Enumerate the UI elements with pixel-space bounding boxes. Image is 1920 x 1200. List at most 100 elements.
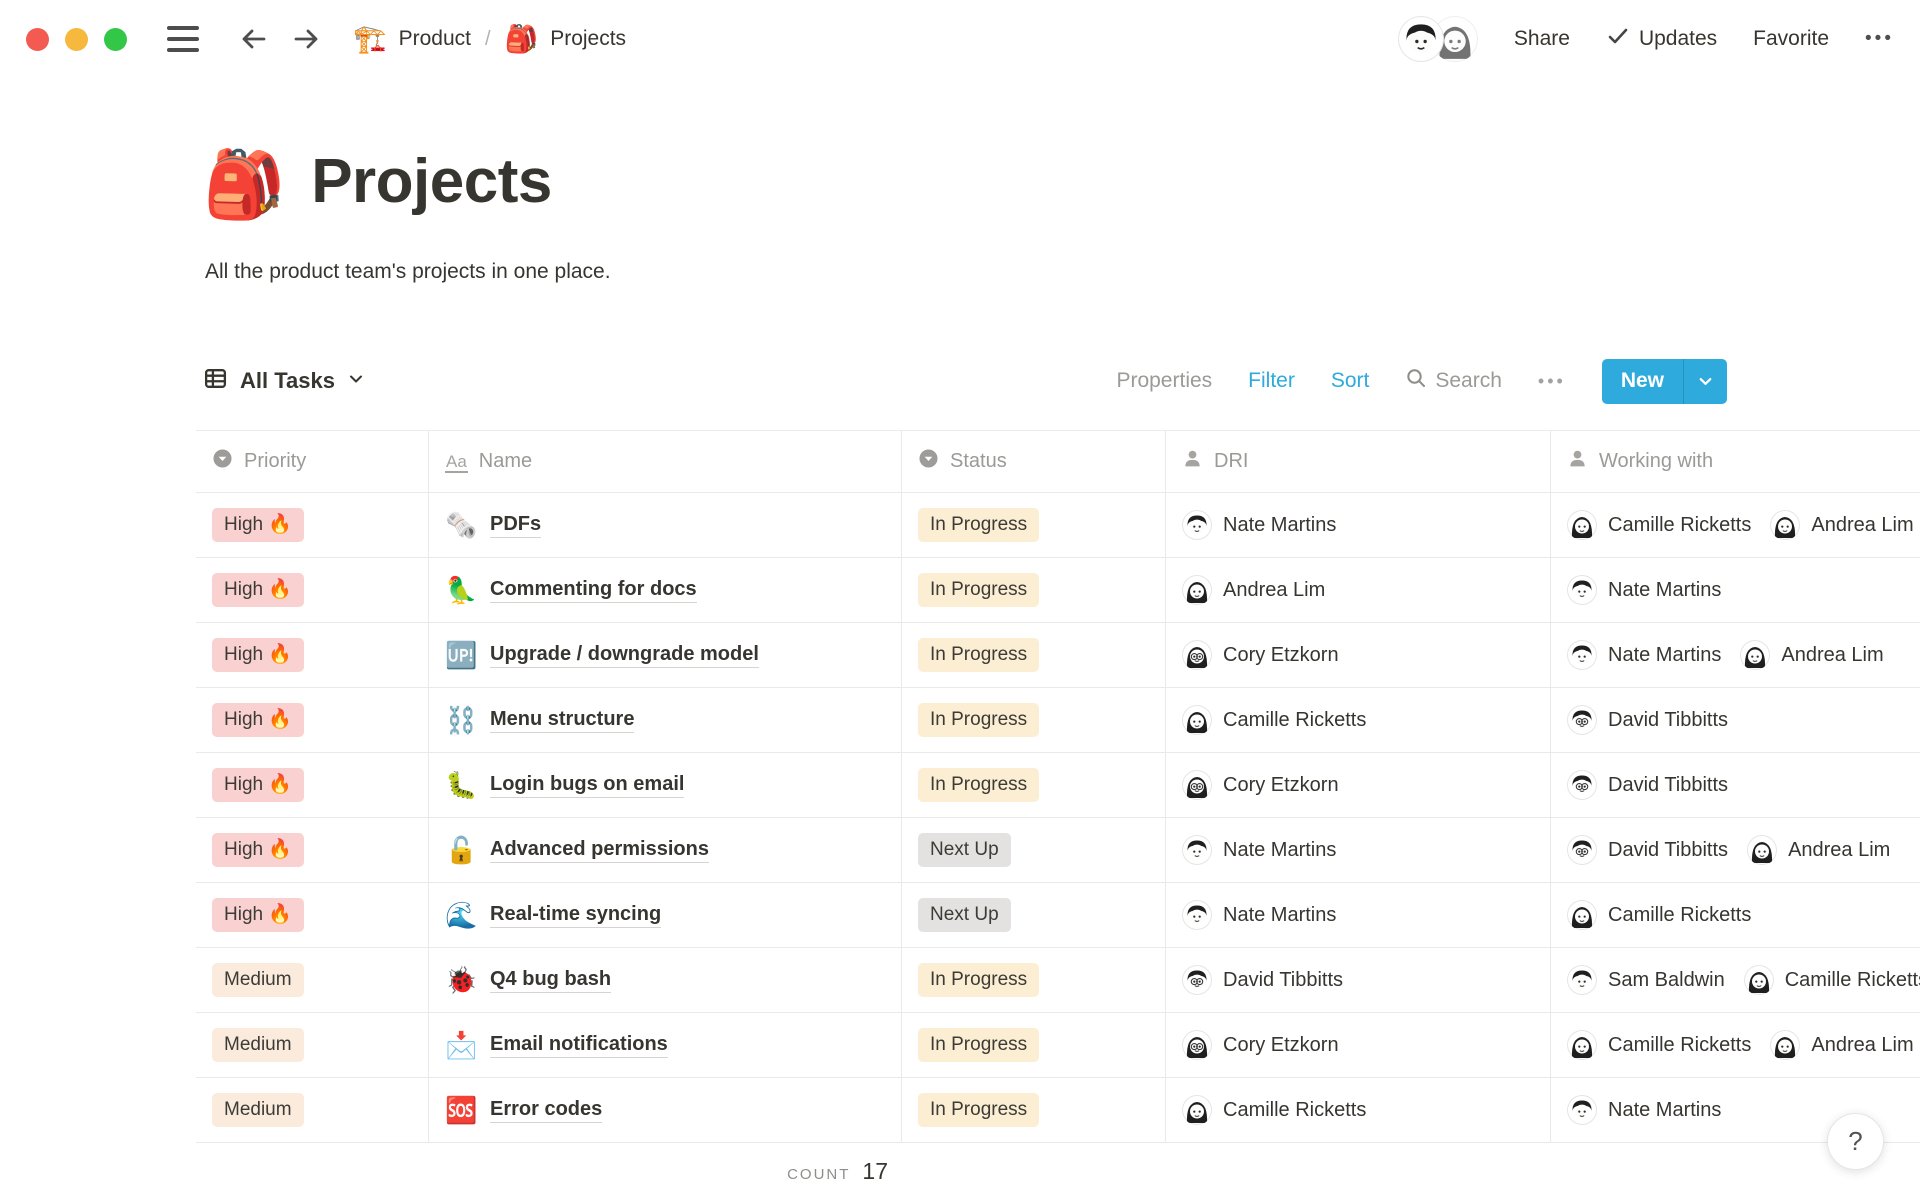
- person-chip[interactable]: Andrea Lim: [1770, 1030, 1913, 1060]
- name-cell[interactable]: 🦜Commenting for docs: [429, 558, 902, 623]
- working-with-cell[interactable]: David Tibbitts: [1551, 688, 1920, 753]
- status-cell[interactable]: In Progress: [902, 948, 1166, 1013]
- priority-cell[interactable]: High 🔥: [196, 623, 429, 688]
- dri-cell[interactable]: Cory Etzkorn: [1166, 623, 1551, 688]
- name-cell[interactable]: ⛓️Menu structure: [429, 688, 902, 753]
- person-chip[interactable]: Andrea Lim: [1740, 640, 1883, 670]
- breadcrumb-item-product[interactable]: 🏗️ Product: [353, 26, 471, 53]
- person-chip[interactable]: David Tibbitts: [1567, 835, 1728, 865]
- name-cell[interactable]: 🐛Login bugs on email: [429, 753, 902, 818]
- priority-cell[interactable]: Medium: [196, 948, 429, 1013]
- status-cell[interactable]: In Progress: [902, 753, 1166, 818]
- back-arrow-icon[interactable]: [237, 23, 269, 55]
- dri-cell[interactable]: Nate Martins: [1166, 818, 1551, 883]
- new-button[interactable]: New: [1602, 359, 1727, 404]
- dri-cell[interactable]: Nate Martins: [1166, 883, 1551, 948]
- task-page-link[interactable]: PDFs: [490, 513, 541, 538]
- priority-cell[interactable]: High 🔥: [196, 753, 429, 818]
- person-chip[interactable]: Nate Martins: [1567, 1095, 1721, 1125]
- properties-button[interactable]: Properties: [1116, 369, 1212, 393]
- person-chip[interactable]: Cory Etzkorn: [1182, 640, 1339, 670]
- person-chip[interactable]: Nate Martins: [1182, 510, 1336, 540]
- column-header-priority[interactable]: Priority: [196, 431, 429, 493]
- person-chip[interactable]: Nate Martins: [1567, 575, 1721, 605]
- task-page-link[interactable]: Menu structure: [490, 708, 634, 733]
- working-with-cell[interactable]: David Tibbitts Andrea Lim: [1551, 818, 1920, 883]
- status-cell[interactable]: In Progress: [902, 1013, 1166, 1078]
- column-header-name[interactable]: AaName: [429, 431, 902, 493]
- person-chip[interactable]: David Tibbitts: [1567, 770, 1728, 800]
- name-cell[interactable]: 🆘Error codes: [429, 1078, 902, 1143]
- dri-cell[interactable]: Andrea Lim: [1166, 558, 1551, 623]
- person-chip[interactable]: Nate Martins: [1182, 900, 1336, 930]
- person-chip[interactable]: David Tibbitts: [1182, 965, 1343, 995]
- dri-cell[interactable]: David Tibbitts: [1166, 948, 1551, 1013]
- filter-button[interactable]: Filter: [1248, 369, 1295, 393]
- sidebar-menu-icon[interactable]: [167, 26, 199, 52]
- status-cell[interactable]: In Progress: [902, 493, 1166, 558]
- person-chip[interactable]: Andrea Lim: [1747, 835, 1890, 865]
- name-cell[interactable]: 🌊Real-time syncing: [429, 883, 902, 948]
- name-cell[interactable]: 🆙Upgrade / downgrade model: [429, 623, 902, 688]
- person-chip[interactable]: Nate Martins: [1567, 640, 1721, 670]
- person-chip[interactable]: Camille Ricketts: [1182, 1095, 1366, 1125]
- task-page-link[interactable]: Upgrade / downgrade model: [490, 643, 759, 668]
- dri-cell[interactable]: Camille Ricketts: [1166, 688, 1551, 753]
- name-cell[interactable]: 📩Email notifications: [429, 1013, 902, 1078]
- task-page-link[interactable]: Commenting for docs: [490, 578, 697, 603]
- updates-button[interactable]: Updates: [1606, 24, 1717, 54]
- person-chip[interactable]: Camille Ricketts: [1567, 510, 1751, 540]
- close-window-button[interactable]: [26, 28, 49, 51]
- new-button-chevron-down-icon[interactable]: [1683, 359, 1727, 404]
- working-with-cell[interactable]: Nate Martins: [1551, 558, 1920, 623]
- dri-cell[interactable]: Nate Martins: [1166, 493, 1551, 558]
- name-cell[interactable]: 🐞Q4 bug bash: [429, 948, 902, 1013]
- person-chip[interactable]: Camille Ricketts: [1182, 705, 1366, 735]
- person-chip[interactable]: David Tibbitts: [1567, 705, 1728, 735]
- status-cell[interactable]: In Progress: [902, 688, 1166, 753]
- working-with-cell[interactable]: Camille Ricketts: [1551, 883, 1920, 948]
- person-chip[interactable]: Nate Martins: [1182, 835, 1336, 865]
- view-more-options-icon[interactable]: •••: [1538, 371, 1566, 392]
- new-button-label[interactable]: New: [1602, 359, 1683, 404]
- dri-cell[interactable]: Cory Etzkorn: [1166, 1013, 1551, 1078]
- name-cell[interactable]: 🔓Advanced permissions: [429, 818, 902, 883]
- zoom-window-button[interactable]: [104, 28, 127, 51]
- table-footer[interactable]: COUNT17: [196, 1143, 902, 1185]
- status-cell[interactable]: In Progress: [902, 558, 1166, 623]
- sort-button[interactable]: Sort: [1331, 369, 1370, 393]
- priority-cell[interactable]: High 🔥: [196, 883, 429, 948]
- breadcrumb-item-projects[interactable]: 🎒 Projects: [505, 26, 626, 53]
- status-cell[interactable]: In Progress: [902, 623, 1166, 688]
- working-with-cell[interactable]: Nate Martins Andrea Lim: [1551, 623, 1920, 688]
- task-page-link[interactable]: Q4 bug bash: [490, 968, 611, 993]
- person-chip[interactable]: Camille Ricketts: [1567, 900, 1751, 930]
- person-chip[interactable]: Andrea Lim: [1770, 510, 1913, 540]
- help-button[interactable]: ?: [1827, 1113, 1884, 1170]
- search-button[interactable]: Search: [1405, 367, 1502, 395]
- task-page-link[interactable]: Error codes: [490, 1098, 602, 1123]
- share-button[interactable]: Share: [1514, 27, 1570, 51]
- person-chip[interactable]: Sam Baldwin: [1567, 965, 1725, 995]
- priority-cell[interactable]: High 🔥: [196, 818, 429, 883]
- forward-arrow-icon[interactable]: [291, 23, 323, 55]
- priority-cell[interactable]: Medium: [196, 1078, 429, 1143]
- priority-cell[interactable]: High 🔥: [196, 688, 429, 753]
- column-header-working[interactable]: Working with: [1551, 431, 1920, 493]
- task-page-link[interactable]: Login bugs on email: [490, 773, 684, 798]
- name-cell[interactable]: 🗞️PDFs: [429, 493, 902, 558]
- task-page-link[interactable]: Advanced permissions: [490, 838, 709, 863]
- person-chip[interactable]: Camille Ricketts: [1744, 965, 1920, 995]
- priority-cell[interactable]: Medium: [196, 1013, 429, 1078]
- working-with-cell[interactable]: Camille Ricketts Andrea Lim: [1551, 493, 1920, 558]
- task-page-link[interactable]: Email notifications: [490, 1033, 668, 1058]
- working-with-cell[interactable]: Camille RickettsAndrea Lim: [1551, 1013, 1920, 1078]
- priority-cell[interactable]: High 🔥: [196, 558, 429, 623]
- working-with-cell[interactable]: Sam Baldwin Camille Ricketts: [1551, 948, 1920, 1013]
- favorite-button[interactable]: Favorite: [1753, 27, 1829, 51]
- working-with-cell[interactable]: David Tibbitts: [1551, 753, 1920, 818]
- task-page-link[interactable]: Real-time syncing: [490, 903, 661, 928]
- column-header-dri[interactable]: DRI: [1166, 431, 1551, 493]
- column-header-status[interactable]: Status: [902, 431, 1166, 493]
- view-switcher[interactable]: All Tasks: [203, 366, 365, 396]
